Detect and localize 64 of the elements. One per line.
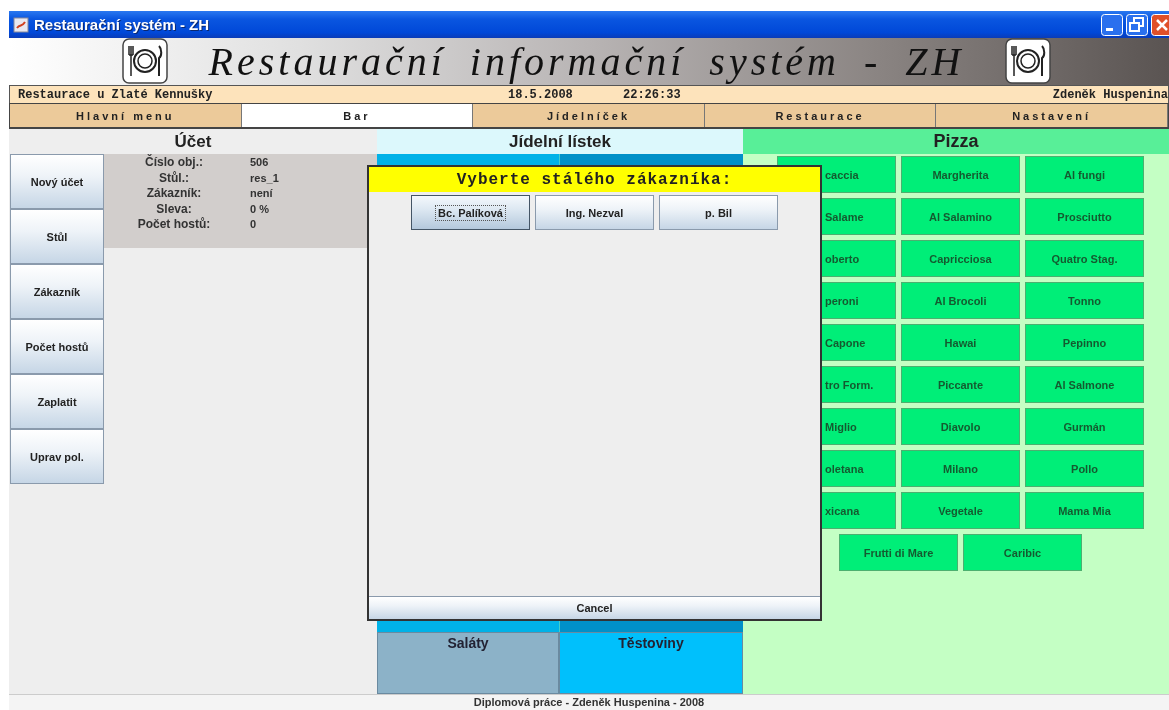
plate-cutlery-icon [122, 38, 168, 84]
cancel-button[interactable]: Cancel [369, 596, 820, 619]
pizza-button[interactable]: Hawai [901, 324, 1020, 361]
field-value: 506 [249, 155, 270, 170]
window-title: Restaurační systém - ZH [34, 16, 211, 33]
pizza-heading: Pizza [743, 129, 1169, 154]
field-label: Sleva: [155, 201, 193, 217]
pizza-button[interactable]: Milano [901, 450, 1020, 487]
pizza-button[interactable]: Frutti di Mare [839, 534, 958, 571]
field-value: res_1 [249, 170, 280, 186]
field-label: Počet hostů: [136, 217, 212, 233]
pizza-button[interactable]: Caribic [963, 534, 1082, 571]
pizza-button[interactable]: Prosciutto [1025, 198, 1144, 235]
restaurant-name: Restaurace u Zlaté Kennušky [18, 87, 214, 102]
pizza-button[interactable]: Quatro Stag. [1025, 240, 1144, 277]
pizza-button[interactable]: Pepinno [1025, 324, 1144, 361]
minimize-icon[interactable] [1101, 13, 1123, 36]
date-text: 18.5.2008 [508, 87, 574, 102]
field-label: Zákazník: [145, 186, 203, 202]
pizza-button[interactable]: Tonno [1025, 282, 1144, 319]
action-button[interactable]: Uprav pol. [10, 429, 104, 484]
tab[interactable]: Restaurace [704, 104, 937, 127]
tab[interactable]: Hlavní menu [10, 104, 242, 127]
action-button[interactable]: Zaplatit [10, 374, 104, 429]
pizza-button[interactable]: Piccante [901, 366, 1020, 403]
action-button[interactable]: Stůl [10, 209, 104, 264]
category-tile[interactable]: Těstoviny [559, 632, 743, 694]
pizza-button[interactable]: Pollo [1025, 450, 1144, 487]
menu-heading: Jídelní lístek [377, 129, 743, 154]
pizza-button[interactable]: Al Salamino [901, 198, 1020, 235]
customer-button[interactable]: Ing. Nezval [535, 195, 654, 230]
pizza-button[interactable]: Margherita [901, 156, 1020, 193]
time-text: 22:26:33 [623, 87, 682, 102]
field-value: 0 % [249, 201, 270, 217]
field-value: není [249, 186, 274, 201]
app-icon [13, 16, 29, 33]
pizza-button[interactable]: Diavolo [901, 408, 1020, 445]
plate-cutlery-icon [1005, 38, 1051, 84]
pizza-button[interactable]: Gurmán [1025, 408, 1144, 445]
pizza-button[interactable]: Vegetale [901, 492, 1020, 529]
dialog-title: Vyberte stálého zákazníka: [369, 167, 820, 192]
customer-button[interactable]: p. Bil [659, 195, 778, 230]
field-label: Stůl.: [158, 170, 190, 186]
action-button[interactable]: Počet hostů [10, 319, 104, 374]
tab[interactable]: Jídelníček [473, 104, 705, 127]
restore-icon[interactable] [1126, 13, 1148, 36]
pizza-button[interactable]: Mama Mia [1025, 492, 1144, 529]
account-heading: Účet [173, 130, 213, 153]
user-name: Zdeněk Huspenina [1052, 87, 1168, 102]
banner-title: Restaurační informační systém - ZH [207, 38, 966, 85]
action-button[interactable]: Nový účet [10, 154, 104, 209]
pizza-button[interactable]: Al Brocoli [901, 282, 1020, 319]
tab[interactable]: Nastavení [936, 104, 1168, 127]
tab[interactable]: Bar [241, 104, 474, 127]
close-icon[interactable] [1151, 13, 1169, 36]
field-label: Číslo obj.: [144, 155, 204, 171]
field-value: 0 [249, 217, 258, 232]
pizza-button[interactable]: Al Salmone [1025, 366, 1144, 403]
category-tile[interactable]: Saláty [377, 632, 559, 694]
pizza-button[interactable]: Capricciosa [901, 240, 1020, 277]
pizza-button[interactable]: Al fungi [1025, 156, 1144, 193]
customer-button[interactable]: Bc. Palíková [411, 195, 530, 230]
action-button[interactable]: Zákazník [10, 264, 104, 319]
footer-text: Diplomová práce - Zdeněk Huspenina - 2008 [473, 696, 705, 708]
